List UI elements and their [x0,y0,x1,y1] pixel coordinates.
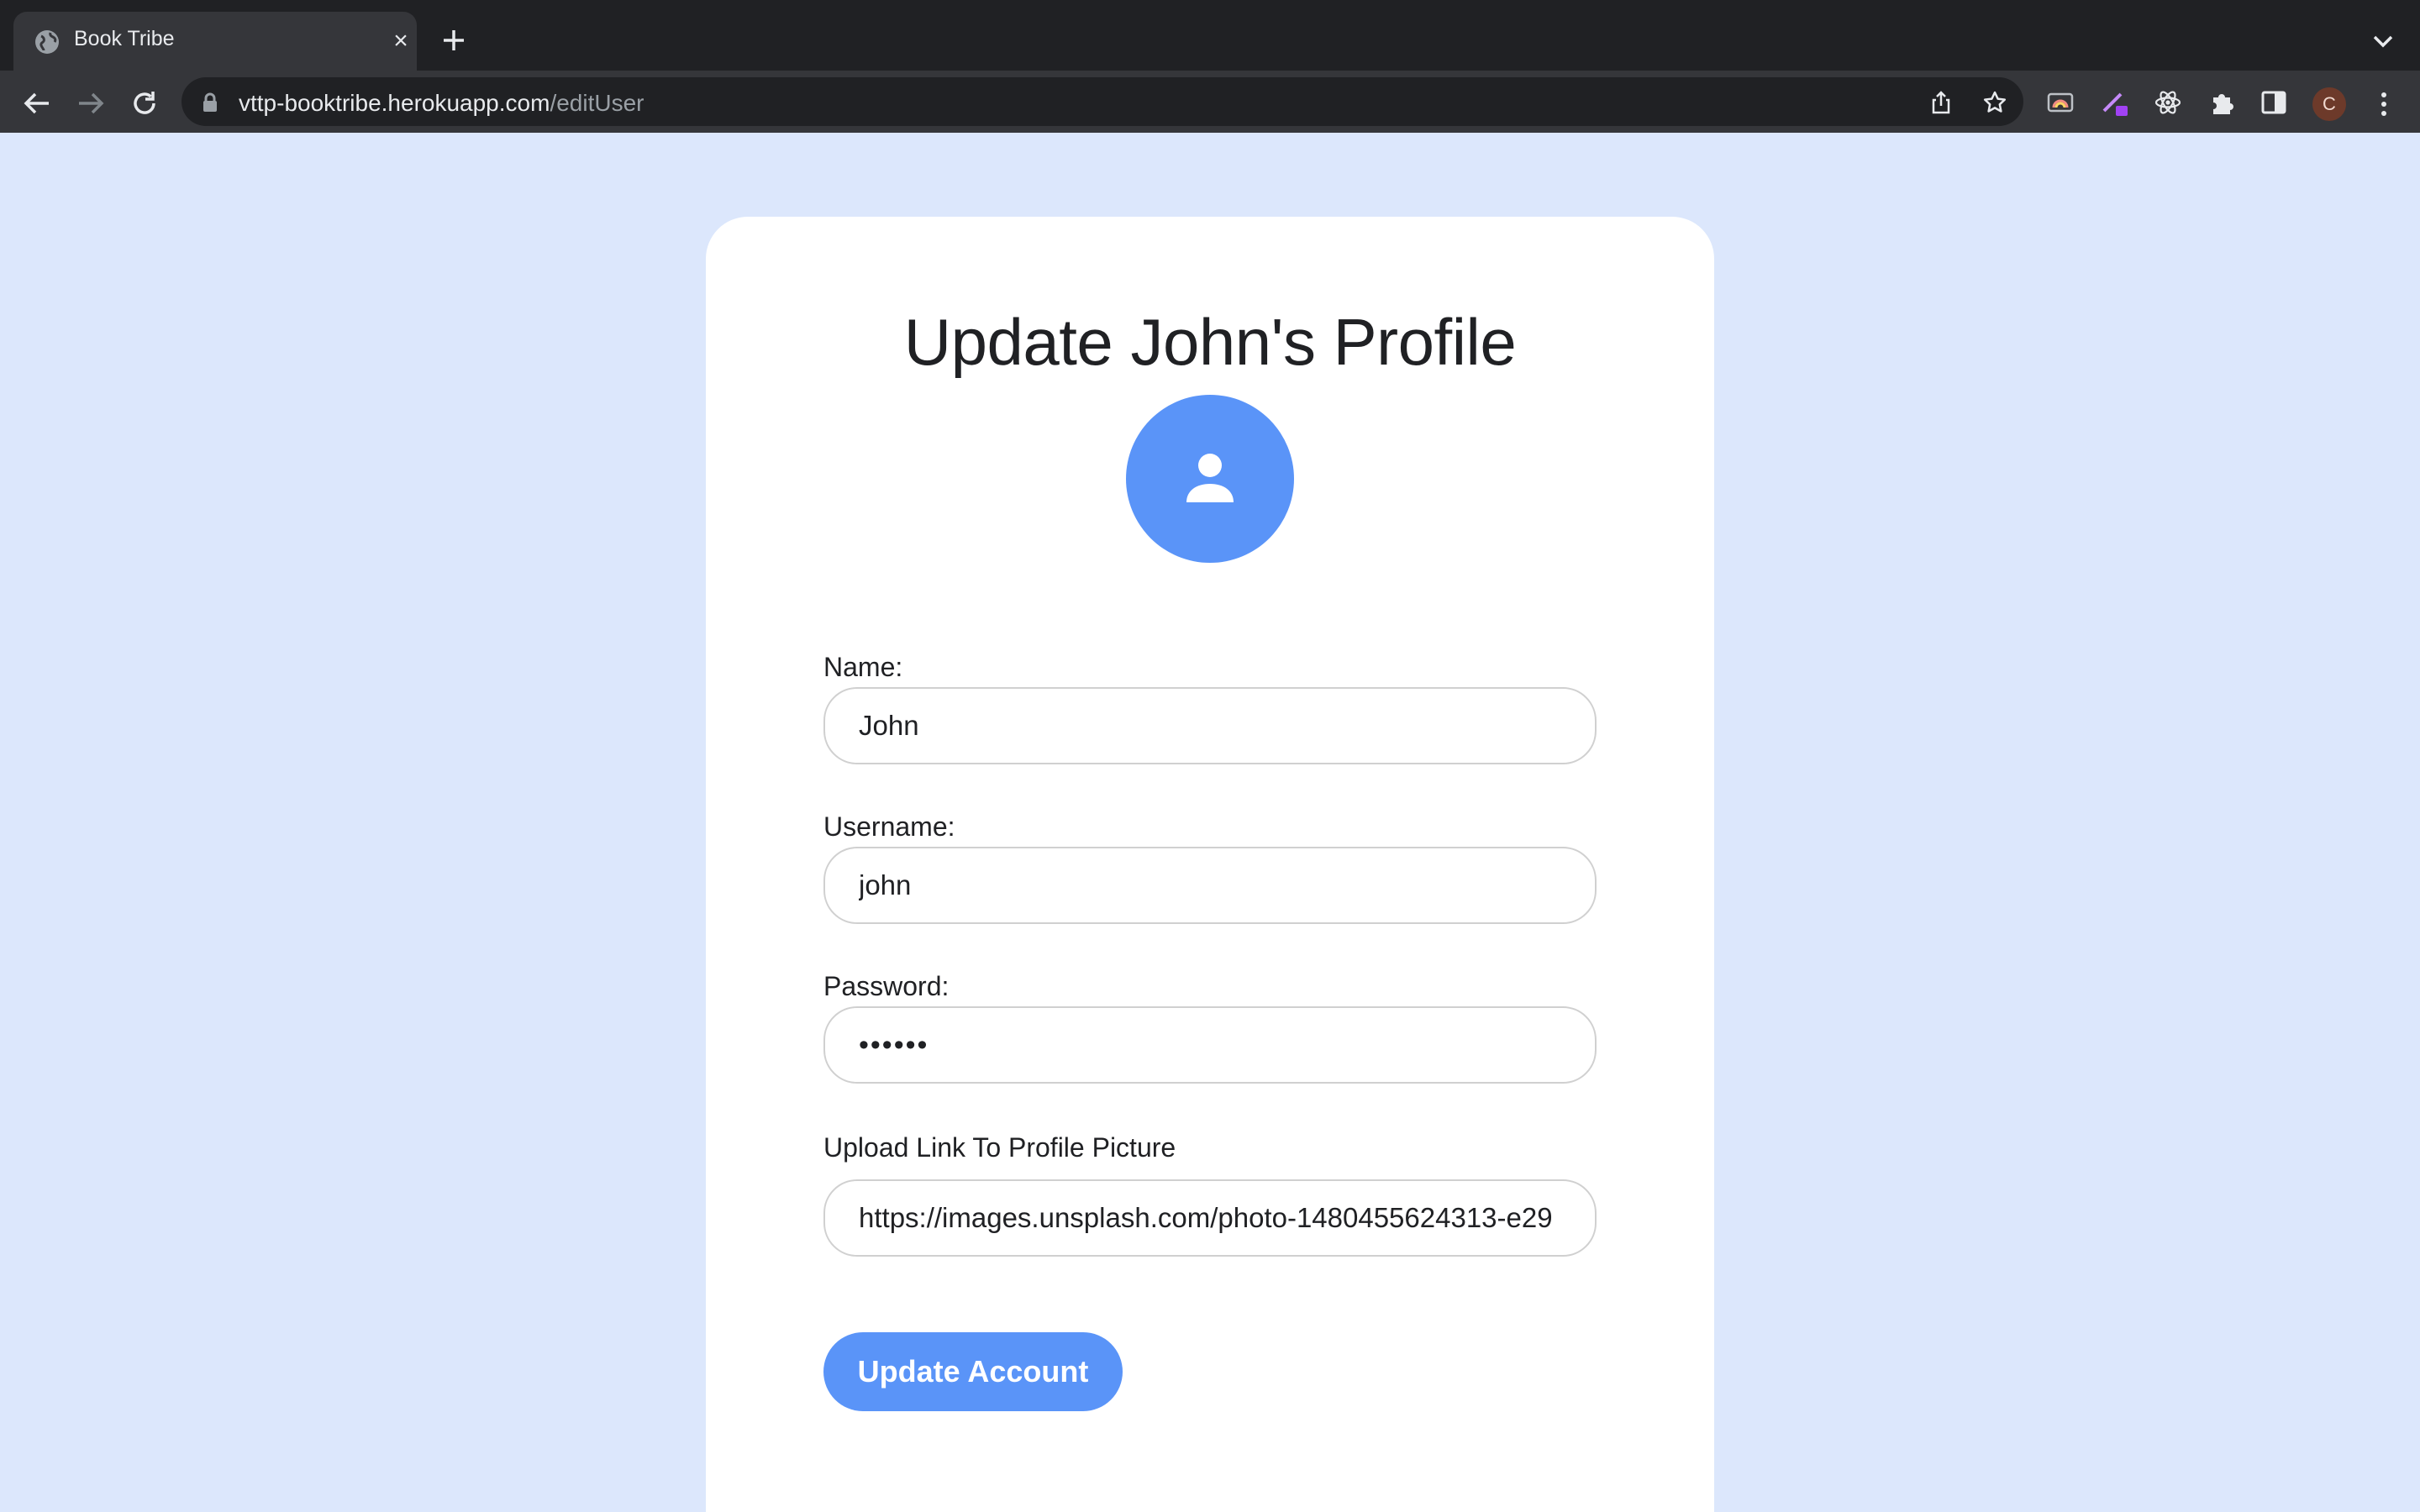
browser-toolbar: vttp-booktribe.herokuapp.com/editUser C [0,71,2420,133]
more-menu-icon[interactable] [2371,89,2396,119]
address-bar[interactable]: vttp-booktribe.herokuapp.com/editUser [182,77,2023,126]
browser-tab[interactable]: Book Tribe × [13,12,417,71]
name-input[interactable] [823,687,1597,764]
side-panel-icon[interactable] [2259,87,2289,118]
url-path: /editUser [550,90,644,116]
password-label: Password: [823,971,950,1001]
update-account-button[interactable]: Update Account [823,1332,1123,1411]
url-text[interactable]: vttp-booktribe.herokuapp.com/editUser [239,90,644,117]
page-title: Update John's Profile [903,305,1517,379]
share-icon[interactable] [1928,89,1954,116]
back-arrow-icon[interactable] [20,87,54,120]
bookmark-star-icon[interactable] [1981,89,2008,116]
tab-title: Book Tribe [74,27,175,50]
extension-pen-icon[interactable] [2099,87,2129,118]
name-label: Name: [823,652,903,682]
lock-icon[interactable] [202,92,218,113]
profile-avatar[interactable]: C [2312,87,2346,121]
chevron-down-icon[interactable] [2368,29,2398,54]
user-icon [1186,454,1234,502]
password-input[interactable]: •••••• [823,1006,1597,1084]
profile-card: Update John's Profile Name: Username: Pa… [706,217,1714,1512]
forward-arrow-icon[interactable] [74,87,108,120]
globe-icon [35,30,59,54]
new-tab-icon[interactable] [437,24,471,57]
close-tab-icon[interactable]: × [388,29,413,54]
url-host: vttp-booktribe.herokuapp.com [239,90,550,116]
profile-picture-url-input[interactable] [823,1179,1597,1257]
puzzle-extensions-icon[interactable] [2207,87,2237,118]
profile-picture-label: Upload Link To Profile Picture [823,1132,1176,1163]
react-devtools-icon[interactable] [2153,87,2183,118]
profile-picture-placeholder [1126,395,1294,563]
extension-rainbow-icon[interactable] [2045,87,2075,118]
browser-tab-bar: Book Tribe × [0,0,2420,71]
username-label: Username: [823,811,955,842]
username-input[interactable] [823,847,1597,924]
reload-icon[interactable] [128,87,161,120]
